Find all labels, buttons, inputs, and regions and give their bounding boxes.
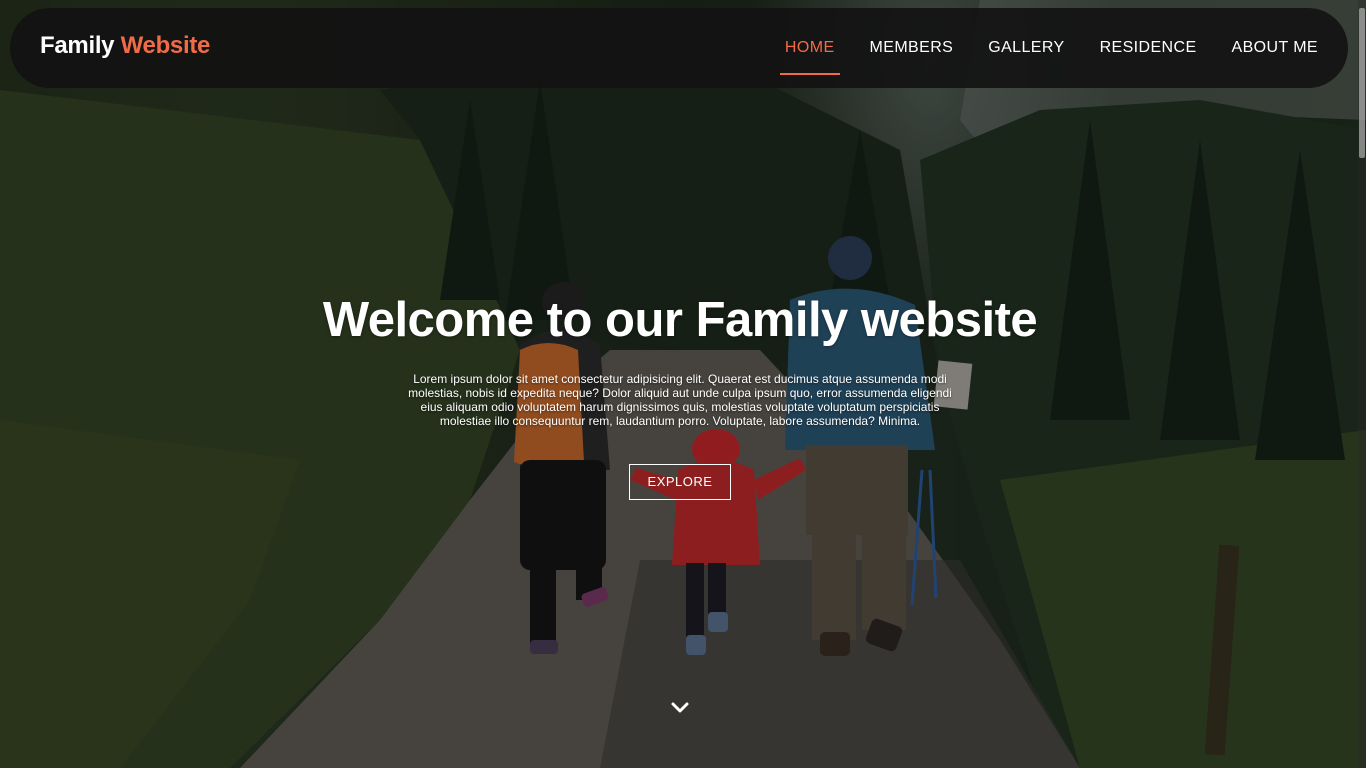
hero-content: Welcome to our Family website Lorem ipsu… xyxy=(300,290,1060,500)
explore-button[interactable]: EXPLORE xyxy=(628,464,732,500)
main-nav: HOME MEMBERS GALLERY RESIDENCE ABOUT ME xyxy=(750,8,1318,88)
brand-name-part1: Family xyxy=(40,32,115,59)
brand-logo[interactable]: Family Website xyxy=(40,32,210,60)
scrollbar-thumb[interactable] xyxy=(1359,8,1365,158)
top-navbar: Family Website HOME MEMBERS GALLERY RESI… xyxy=(10,8,1348,88)
nav-item-residence[interactable]: RESIDENCE xyxy=(1100,31,1197,65)
hero-lead-text: Lorem ipsum dolor sit amet consectetur a… xyxy=(408,372,952,428)
chevron-down-icon[interactable] xyxy=(669,698,691,718)
hero-title: Welcome to our Family website xyxy=(322,293,1038,347)
brand-name-part2: Website xyxy=(120,32,211,59)
nav-item-members[interactable]: MEMBERS xyxy=(870,31,954,65)
nav-item-about-me[interactable]: ABOUT ME xyxy=(1232,31,1318,65)
page-scrollbar[interactable] xyxy=(1358,0,1366,768)
nav-item-home[interactable]: HOME xyxy=(779,31,840,75)
nav-item-gallery[interactable]: GALLERY xyxy=(988,31,1064,65)
